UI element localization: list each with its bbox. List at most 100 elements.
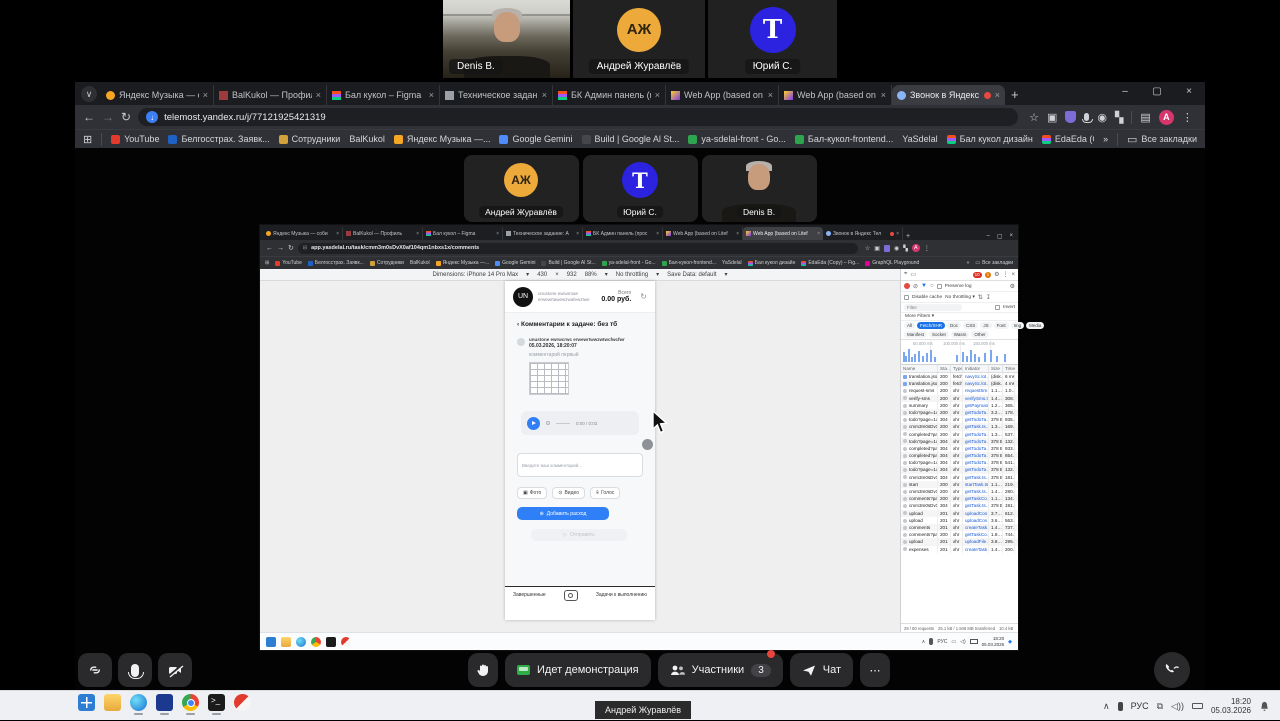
tab-search-icon[interactable]: ∨ bbox=[81, 86, 97, 102]
video-button[interactable]: ⊙ Видео bbox=[552, 487, 586, 499]
all-bookmarks-button[interactable]: ▭ Все закладки bbox=[1127, 133, 1197, 146]
request-initiator[interactable]: getTodoTa… bbox=[963, 408, 989, 417]
browser-tab[interactable]: БК Админ панель (прос × bbox=[583, 227, 663, 240]
shared-minimize-icon[interactable]: – bbox=[986, 233, 989, 240]
column-header[interactable]: Size bbox=[989, 365, 1003, 372]
request-initiator[interactable]: startTask.ts… bbox=[963, 480, 989, 488]
network-request-row[interactable]: comments?pag…200xhrgetTaskCo…1.1…134… bbox=[901, 495, 1018, 503]
tray-volume-icon[interactable]: ◁)) bbox=[1171, 701, 1184, 712]
comment-input[interactable] bbox=[517, 453, 643, 477]
column-header[interactable]: Name bbox=[901, 365, 938, 372]
bookmarks-overflow-icon[interactable]: » bbox=[1103, 134, 1108, 144]
shared-taskbar-guard-icon[interactable] bbox=[341, 636, 351, 647]
more-options-button[interactable]: ⋯ bbox=[860, 653, 891, 687]
request-initiator[interactable]: getTodoTa… bbox=[963, 437, 989, 445]
taskbar-guard-icon[interactable] bbox=[234, 694, 251, 711]
back-title[interactable]: ‹ Комментарии к задаче: без тб bbox=[517, 321, 643, 328]
network-timeline-overview[interactable]: 50.000 ms 100.000 ms 150.000 ms bbox=[901, 339, 1018, 365]
bookmark-item[interactable]: Google Gemini bbox=[495, 260, 535, 266]
bookmark-item[interactable]: BalKukol bbox=[410, 260, 430, 266]
tab-close-icon[interactable]: × bbox=[881, 90, 886, 100]
filter-chip[interactable]: Doc bbox=[947, 322, 962, 329]
tab-close-icon[interactable]: × bbox=[656, 231, 659, 237]
shared-reload-icon[interactable]: ↻ bbox=[288, 244, 294, 252]
bookmark-item[interactable]: YouTube bbox=[275, 260, 302, 266]
refresh-icon[interactable]: ↻ bbox=[640, 292, 647, 301]
adblock-shield-icon[interactable] bbox=[1065, 111, 1077, 123]
network-request-row[interactable]: todo?page=1&…200xhrgetTodoTa…3.2…178… bbox=[901, 408, 1018, 417]
nav-camera-button[interactable] bbox=[563, 589, 578, 601]
new-tab-button[interactable]: + bbox=[1011, 87, 1019, 102]
column-header[interactable]: Sta… bbox=[938, 365, 951, 372]
request-initiator[interactable]: uploadCon… bbox=[963, 509, 989, 517]
console-warning-badge[interactable]: 1 bbox=[984, 271, 992, 278]
bookmark-item[interactable]: Яндекс Музыка —... bbox=[393, 134, 490, 144]
request-initiator[interactable]: getPayman… bbox=[963, 401, 989, 409]
browser-tab[interactable]: Web App (based on Litef × bbox=[663, 227, 743, 240]
filter-chip[interactable]: Fetch/XHR bbox=[917, 322, 946, 329]
viewport-width[interactable]: 430 bbox=[537, 272, 547, 278]
taskbar-appblue-icon[interactable] bbox=[156, 694, 173, 715]
meeting-tile-denis[interactable]: Denis B. bbox=[701, 155, 817, 222]
tray-volume-icon[interactable]: ◁) bbox=[960, 639, 966, 645]
shared-bookmark-star-icon[interactable]: ☆ bbox=[865, 245, 870, 252]
tab-close-icon[interactable]: × bbox=[896, 231, 899, 237]
shared-taskbar-start-icon[interactable] bbox=[266, 636, 276, 647]
chat-button[interactable]: Чат bbox=[789, 653, 854, 687]
reload-icon[interactable]: ↻ bbox=[121, 110, 131, 124]
browser-tab[interactable]: BalKukol — Профиль × bbox=[343, 227, 423, 240]
bookmark-item[interactable]: BalKukol bbox=[349, 134, 385, 144]
tab-groups-icon[interactable]: ▣ bbox=[1047, 111, 1057, 124]
maximize-button[interactable]: ▢ bbox=[1141, 82, 1173, 102]
tab-close-icon[interactable]: × bbox=[736, 231, 739, 237]
tray-clock[interactable]: 18:20 05.03.2026 bbox=[982, 636, 1005, 647]
bookmark-item[interactable]: Google Gemini bbox=[499, 134, 573, 144]
tray-display-icon[interactable]: ▭ bbox=[951, 639, 956, 645]
request-initiator[interactable]: getTaskCo… bbox=[963, 531, 989, 539]
tab-close-icon[interactable]: × bbox=[336, 231, 339, 237]
filter-chip[interactable]: Wasm bbox=[950, 331, 970, 338]
meeting-tile-yuriy[interactable]: T Юрий С. bbox=[582, 155, 698, 222]
tray-display-icon[interactable]: ⧉ bbox=[1157, 701, 1163, 712]
tab-close-icon[interactable]: × bbox=[429, 90, 434, 100]
network-request-row[interactable]: request-sms200xhrrequestSm…1.1…1.0… bbox=[901, 387, 1018, 395]
shared-all-bookmarks[interactable]: ▭ Все закладки bbox=[975, 260, 1013, 266]
network-request-row[interactable]: cmm3m0sDvX0a…200xhrgetTask.ts…1.4…280… bbox=[901, 488, 1018, 496]
bookmark-item[interactable]: GraphQL Playground bbox=[865, 260, 919, 266]
bookmark-item[interactable]: Бал кукол дизайн bbox=[747, 260, 795, 266]
devtools-close-icon[interactable]: × bbox=[1011, 272, 1015, 278]
import-har-icon[interactable]: ↧ bbox=[986, 294, 991, 301]
browser-tab[interactable]: БК Админ панель (прос × bbox=[553, 85, 666, 105]
tray-battery-icon[interactable] bbox=[969, 639, 978, 644]
shared-record-icon[interactable]: ◉ bbox=[894, 245, 899, 252]
request-initiator[interactable]: getTodoTa… bbox=[963, 430, 989, 438]
tab-close-icon[interactable]: × bbox=[203, 90, 208, 100]
bookmark-item[interactable]: Build | Google Al St... bbox=[581, 134, 679, 144]
tab-close-icon[interactable]: × bbox=[316, 90, 321, 100]
profile-avatar[interactable]: A bbox=[1158, 109, 1174, 125]
browser-tab[interactable]: BalKukol — Профиль × bbox=[214, 85, 327, 105]
column-header[interactable]: Initiator bbox=[963, 365, 989, 372]
tab-close-icon[interactable]: × bbox=[542, 90, 547, 100]
network-request-row[interactable]: todo?page=1&…304xhrgetTodoTa…378 B132… bbox=[901, 437, 1018, 445]
extensions-puzzle-icon[interactable]: ▚ bbox=[1115, 111, 1123, 124]
menu-dots-icon[interactable]: ⋮ bbox=[1182, 111, 1193, 124]
send-button[interactable]: ▷ Отправить bbox=[531, 529, 627, 541]
shared-taskbar-edge-icon[interactable] bbox=[296, 636, 306, 647]
browser-tab[interactable]: Техническое задание: А × bbox=[503, 227, 583, 240]
device-toolbar-icon[interactable]: ▭ bbox=[910, 271, 916, 278]
bookmark-item[interactable]: Build | Google Al St... bbox=[541, 260, 596, 266]
request-initiator[interactable]: getTodoTa… bbox=[963, 444, 989, 453]
network-request-row[interactable]: completed?pag…200xhrgetTodoTa…1.3…537… bbox=[901, 430, 1018, 438]
shared-shield-icon[interactable] bbox=[883, 244, 890, 252]
shared-back-icon[interactable]: ← bbox=[266, 245, 273, 252]
invert-checkbox[interactable] bbox=[995, 305, 1000, 310]
network-request-row[interactable]: start200xhrstartTask.ts…1.1…219… bbox=[901, 480, 1018, 488]
throttling-select[interactable]: No throttling bbox=[616, 272, 648, 278]
browser-tab[interactable]: Звонок в Яндекс Тел × bbox=[823, 227, 903, 240]
network-request-row[interactable]: translation.json 200 fetch navySc.lot… (disk… bbox=[901, 380, 1018, 388]
tab-close-icon[interactable]: × bbox=[768, 90, 773, 100]
audio-slider-handle[interactable] bbox=[546, 421, 550, 425]
more-filters-row[interactable]: More Filters ▾ bbox=[901, 313, 1018, 321]
tab-close-icon[interactable]: × bbox=[995, 90, 1000, 100]
